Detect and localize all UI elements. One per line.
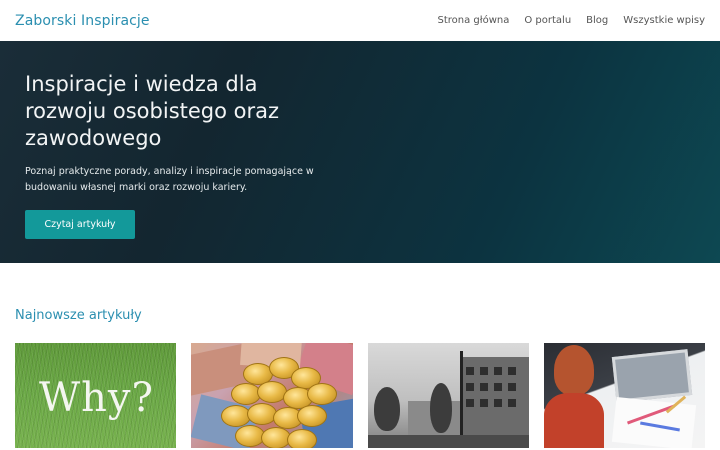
article-card-city[interactable] (367, 343, 529, 448)
city-buildings-image (367, 343, 529, 448)
desk-laptop-image (543, 343, 705, 448)
article-card-desk[interactable] (543, 343, 705, 448)
hero-subtitle: Poznaj praktyczne porady, analizy i insp… (25, 166, 314, 193)
article-card-money[interactable] (191, 343, 353, 448)
grass-why-image: Why? (15, 343, 177, 448)
nav-link-blog[interactable]: Blog (586, 15, 608, 26)
article-card-why[interactable]: Why? (15, 343, 177, 448)
coins-banknotes-image (191, 343, 353, 448)
section-title: Najnowsze artykuły (15, 308, 142, 323)
why-overlay-text: Why? (39, 375, 154, 421)
brand-logo[interactable]: Zaborski Inspiracje (15, 13, 150, 29)
article-grid: Why? (15, 343, 705, 448)
main-nav: Strona główna O portalu Blog Wszystkie w… (422, 15, 705, 26)
nav-link-all-posts[interactable]: Wszystkie wpisy (623, 15, 705, 26)
hero-title: Inspiracje i wiedza dla rozwoju osobiste… (25, 72, 280, 150)
nav-link-about[interactable]: O portalu (524, 15, 571, 26)
latest-articles-section: Najnowsze artykuły Why? (0, 263, 720, 448)
nav-link-home[interactable]: Strona główna (437, 15, 509, 26)
navbar: Zaborski Inspiracje Strona główna O port… (0, 0, 720, 41)
read-articles-button[interactable]: Czytaj artykuły (25, 210, 135, 239)
hero-section: Inspiracje i wiedza dla rozwoju osobiste… (0, 41, 720, 263)
